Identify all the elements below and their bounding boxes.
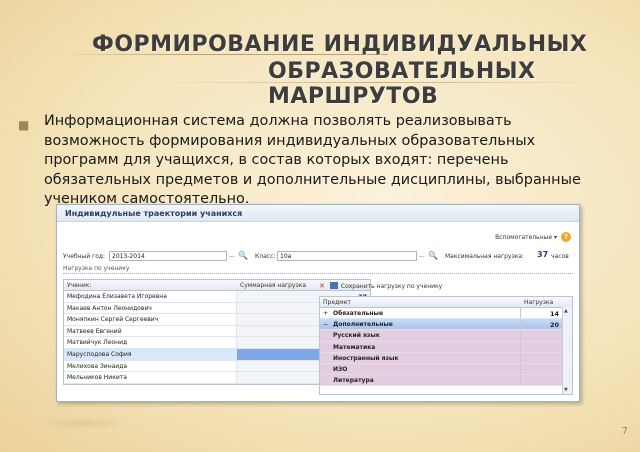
load-cell [520,330,561,341]
slide-bullet-text: Информационная система должна позволять … [44,113,581,207]
max-load-value: 37 [537,250,549,259]
subject-row[interactable]: Иностранный язык [320,352,572,364]
app-header: Индивидульные траектории учанихся [57,205,579,222]
save-icon[interactable] [329,282,338,289]
slide-title-line-2: ОБРАЗОВАТЕЛЬНЫХ МАРШРУТОВ [268,59,536,109]
student-name: Матвийчук Леонид [67,339,128,347]
collapse-icon[interactable]: − [323,321,328,328]
column-header-student[interactable]: Ученик: [67,282,91,289]
load-cell [520,341,561,352]
year-label: Учебный год: [63,253,106,260]
subject-group-row-selected[interactable]: − Дополнительные 20 [320,319,572,331]
column-header-total-load[interactable]: Суммарная нагрузка [240,282,306,289]
student-name: Матвеев Евгений [67,327,122,335]
class-input[interactable]: 10а [277,251,417,261]
subject-name: Дополнительные [333,321,393,329]
load-group-label: Нагрузка по ученику [63,265,573,274]
subject-group-row[interactable]: + Обязательные 14 [320,308,572,320]
subject-name: Иностранный язык [333,354,399,362]
help-icon[interactable]: ? [561,232,571,242]
column-header-subject[interactable]: Предмет [323,299,351,306]
year-browse-button[interactable]: ... [229,252,235,259]
student-name: Макаев Антон Леонидович [67,304,152,312]
scroll-down-icon[interactable]: ▼ [564,387,568,393]
subject-name: Литература [333,377,374,385]
subject-name: Русский язык [333,332,380,340]
filter-row: Учебный год: 2013-2014 ... 🔍 Класс: 10а … [63,250,573,263]
subject-row[interactable]: Русский язык [320,330,572,342]
subjects-table-header: Предмет Нагрузка [320,297,572,308]
subjects-scrollbar[interactable]: ▲ ▼ [562,307,572,394]
year-input[interactable]: 2013-2014 [109,251,227,261]
subject-name: ИЗО [333,365,348,373]
load-cell [520,363,561,375]
footer-decoration [48,418,118,428]
bullet-icon: ■ [18,118,30,132]
max-load-label: Максимальная нагрузка: [445,253,524,260]
hours-label: часов [551,253,569,260]
subject-name: Обязательные [333,310,384,317]
class-label: Класс: [255,253,276,260]
subjects-table: Предмет Нагрузка + Обязательные 14 − Дополн… [319,296,573,395]
page-number: 7 [621,426,628,437]
subject-row[interactable]: Математика [320,341,572,353]
subject-row[interactable]: Литература [320,375,572,387]
subject-load: 14 [549,309,559,318]
student-name: Марусподова София [67,350,132,358]
app-screenshot-window: Индивидульные траектории учанихся Вспомо… [56,204,580,402]
student-name: Моняпкин Сергей Сергеевич [67,316,159,324]
class-browse-button[interactable]: ... [419,252,425,259]
student-name: Мельников Никита [67,374,127,382]
app-title: Индивидульные траектории учанихся [65,209,243,218]
save-load-button[interactable]: Сохранить нагрузку по ученику [341,283,442,290]
student-name: Мефодина Елизавета Игоревна [67,293,167,300]
year-search-icon[interactable]: 🔍 [238,251,248,260]
delete-icon[interactable]: ✕ [319,282,325,290]
expand-icon[interactable]: + [323,310,328,317]
subject-load: 20 [549,320,559,329]
options-menu[interactable]: Вспомогательные ▾ [495,234,557,241]
student-name: Мелихова Зинаида [67,362,128,370]
subject-name: Математика [333,343,376,351]
subject-row[interactable]: ИЗО [320,363,572,376]
scroll-up-icon[interactable]: ▲ [564,308,568,314]
slide-title-line-1: ФОРМИРОВАНИЕ ИНДИВИДУАЛЬНЫХ [92,32,588,57]
class-search-icon[interactable]: 🔍 [428,251,438,260]
load-cell [520,375,561,386]
subjects-toolbar: ✕ Сохранить нагрузку по ученику [319,282,442,290]
column-header-load[interactable]: Нагрузка [524,299,553,306]
load-cell [520,352,561,363]
